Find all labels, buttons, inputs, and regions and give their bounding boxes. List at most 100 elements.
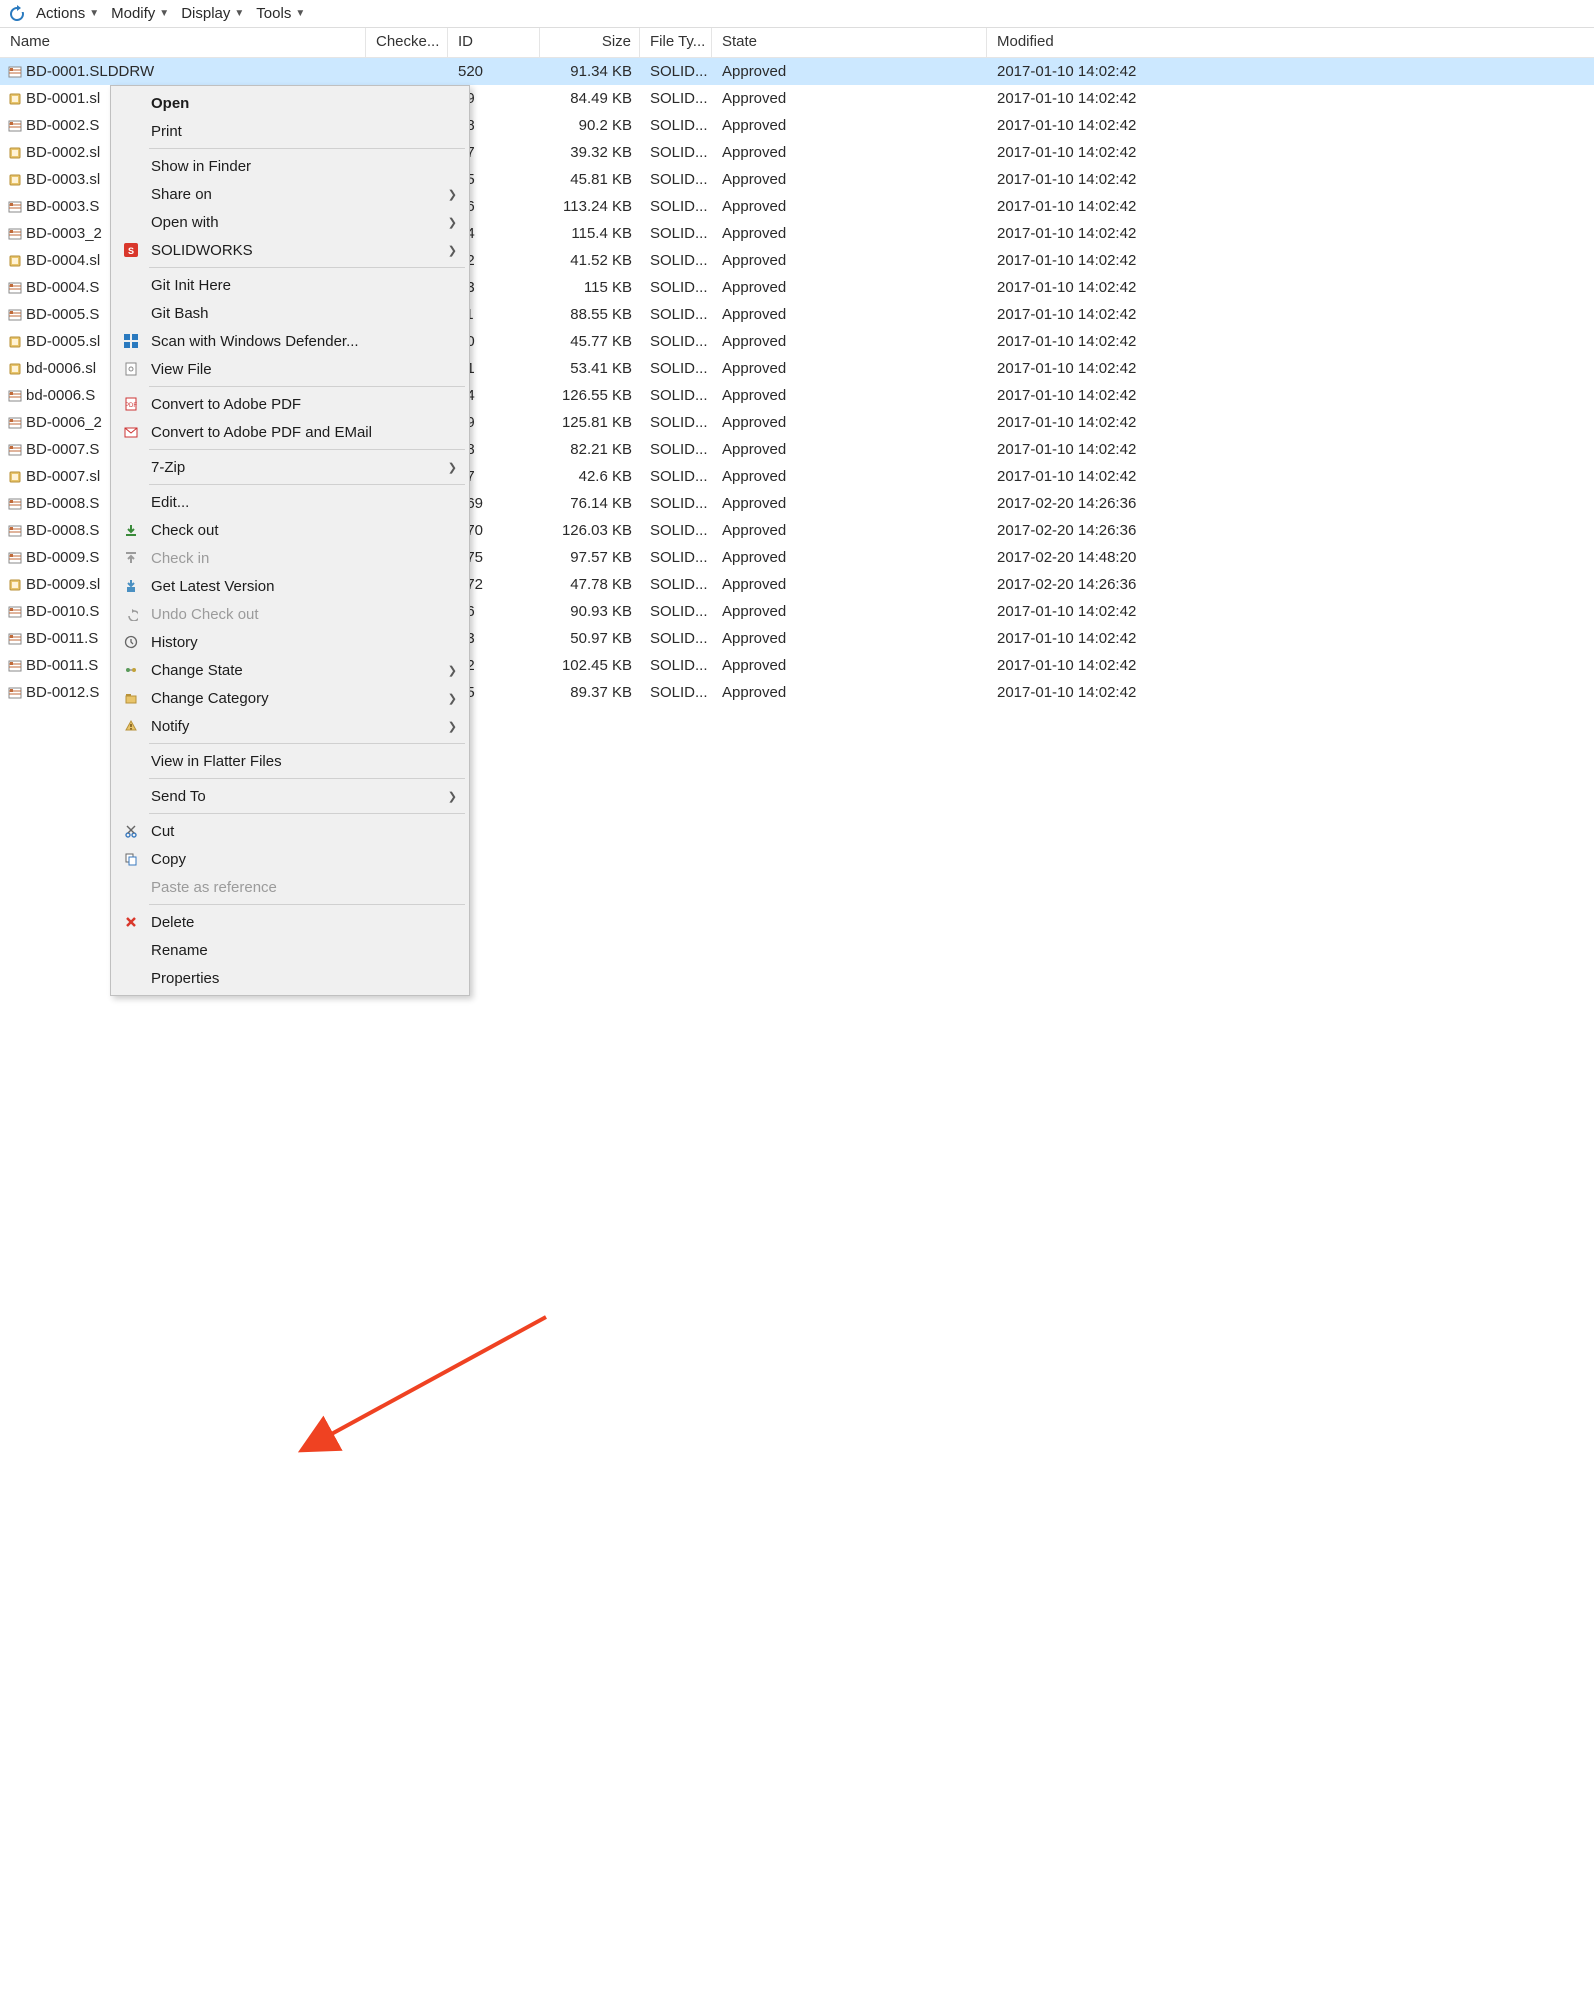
table-row[interactable]: BD-0001.SLDDRW52091.34 KBSOLID...Approve… bbox=[0, 58, 1594, 85]
menu-item-cut[interactable]: Cut bbox=[113, 817, 467, 845]
cell-filetype: SOLID... bbox=[640, 384, 712, 407]
dropdown-caret-icon: ▼ bbox=[159, 8, 169, 19]
file-name: BD-0007.S bbox=[26, 441, 99, 458]
file-name: BD-0008.S bbox=[26, 495, 99, 512]
menu-item-history[interactable]: History bbox=[113, 628, 467, 656]
menu-item-change-category[interactable]: Change Category❯ bbox=[113, 684, 467, 712]
menu-item-copy[interactable]: Copy bbox=[113, 845, 467, 873]
cell-modified: 2017-01-10 14:02:42 bbox=[987, 411, 1299, 434]
part-file-icon bbox=[8, 335, 22, 349]
pdf-mail-icon bbox=[123, 424, 139, 440]
menu-item-convert-to-adobe-pdf-and-email[interactable]: Convert to Adobe PDF and EMail bbox=[113, 418, 467, 446]
menu-item-convert-to-adobe-pdf[interactable]: PDFConvert to Adobe PDF bbox=[113, 390, 467, 418]
menu-separator bbox=[149, 813, 465, 814]
menu-item-open-with[interactable]: Open with❯ bbox=[113, 208, 467, 236]
toolbar-menu-tools[interactable]: Tools▼ bbox=[250, 3, 311, 24]
cell-filetype: SOLID... bbox=[640, 438, 712, 461]
cell-filetype: SOLID... bbox=[640, 573, 712, 596]
header-id[interactable]: ID bbox=[448, 28, 540, 57]
drawing-file-icon bbox=[8, 551, 22, 565]
cell-modified: 2017-01-10 14:02:42 bbox=[987, 627, 1299, 650]
menu-item-print[interactable]: Print bbox=[113, 117, 467, 145]
toolbar-menu-modify[interactable]: Modify▼ bbox=[105, 3, 175, 24]
menu-item-rename[interactable]: Rename bbox=[113, 936, 467, 964]
menu-item-git-init-here[interactable]: Git Init Here bbox=[113, 271, 467, 299]
menu-separator bbox=[149, 778, 465, 779]
menu-item-git-bash[interactable]: Git Bash bbox=[113, 299, 467, 327]
header-size[interactable]: Size bbox=[540, 28, 640, 57]
notify-icon bbox=[123, 718, 139, 734]
menu-item-edit[interactable]: Edit... bbox=[113, 488, 467, 516]
cell-filetype: SOLID... bbox=[640, 87, 712, 110]
cell-filetype: SOLID... bbox=[640, 600, 712, 623]
file-name: BD-0010.S bbox=[26, 603, 99, 620]
cell-size: 90.93 KB bbox=[540, 600, 640, 623]
menu-item-view-in-flatter-files[interactable]: View in Flatter Files bbox=[113, 747, 467, 775]
menu-item-change-state[interactable]: Change State❯ bbox=[113, 656, 467, 684]
menu-separator bbox=[149, 148, 465, 149]
header-checked[interactable]: Checke... bbox=[366, 28, 448, 57]
menu-item-open[interactable]: Open bbox=[113, 89, 467, 117]
cell-size: 82.21 KB bbox=[540, 438, 640, 461]
submenu-arrow-icon: ❯ bbox=[448, 461, 457, 474]
svg-text:S: S bbox=[128, 246, 134, 256]
cell-modified: 2017-01-10 14:02:42 bbox=[987, 357, 1299, 380]
drawing-file-icon bbox=[8, 65, 22, 79]
menu-item-show-in-finder[interactable]: Show in Finder bbox=[113, 152, 467, 180]
menu-item-check-out[interactable]: Check out bbox=[113, 516, 467, 544]
menu-item-label: Share on bbox=[151, 186, 212, 203]
menu-item-label: Git Init Here bbox=[151, 277, 231, 294]
menu-item-label: Convert to Adobe PDF bbox=[151, 396, 301, 413]
menu-item-label: Print bbox=[151, 123, 182, 140]
toolbar-menu-label: Tools bbox=[256, 5, 291, 22]
menu-item-label: View in Flatter Files bbox=[151, 753, 282, 770]
menu-item-properties[interactable]: Properties bbox=[113, 964, 467, 992]
cell-modified: 2017-01-10 14:02:42 bbox=[987, 195, 1299, 218]
file-name: BD-0011.S bbox=[26, 657, 98, 674]
file-name: BD-0002.S bbox=[26, 117, 99, 134]
header-state[interactable]: State bbox=[712, 28, 987, 57]
menu-item-delete[interactable]: Delete bbox=[113, 908, 467, 936]
menu-item-solidworks[interactable]: SSOLIDWORKS❯ bbox=[113, 236, 467, 264]
menu-item-label: Get Latest Version bbox=[151, 578, 274, 595]
cell-filetype: SOLID... bbox=[640, 60, 712, 83]
file-name: BD-0006_2 bbox=[26, 414, 102, 431]
menu-item-view-file[interactable]: View File bbox=[113, 355, 467, 383]
cell-size: 45.81 KB bbox=[540, 168, 640, 191]
cell-state: Approved bbox=[712, 492, 987, 515]
cell-state: Approved bbox=[712, 87, 987, 110]
cell-size: 45.77 KB bbox=[540, 330, 640, 353]
cell-state: Approved bbox=[712, 249, 987, 272]
menu-item-notify[interactable]: Notify❯ bbox=[113, 712, 467, 740]
cell-modified: 2017-01-10 14:02:42 bbox=[987, 222, 1299, 245]
cell-modified: 2017-01-10 14:02:42 bbox=[987, 60, 1299, 83]
menu-item-label: Rename bbox=[151, 942, 208, 959]
menu-item-share-on[interactable]: Share on❯ bbox=[113, 180, 467, 208]
submenu-arrow-icon: ❯ bbox=[448, 244, 457, 257]
cell-filetype: SOLID... bbox=[640, 519, 712, 542]
cell-size: 76.14 KB bbox=[540, 492, 640, 515]
menu-item-scan-with-windows-defender[interactable]: Scan with Windows Defender... bbox=[113, 327, 467, 355]
refresh-icon[interactable] bbox=[6, 3, 28, 25]
cell-state: Approved bbox=[712, 627, 987, 650]
drawing-file-icon bbox=[8, 659, 22, 673]
header-modified[interactable]: Modified bbox=[987, 28, 1299, 57]
defender-icon bbox=[123, 333, 139, 349]
menu-item-label: Delete bbox=[151, 914, 194, 931]
toolbar-menu-actions[interactable]: Actions▼ bbox=[30, 3, 105, 24]
column-headers: Name Checke... ID Size File Ty... State … bbox=[0, 28, 1594, 58]
cell-filetype: SOLID... bbox=[640, 465, 712, 488]
view-file-icon bbox=[123, 361, 139, 377]
header-name[interactable]: Name bbox=[0, 28, 366, 57]
cell-modified: 2017-01-10 14:02:42 bbox=[987, 87, 1299, 110]
cell-state: Approved bbox=[712, 357, 987, 380]
part-file-icon bbox=[8, 254, 22, 268]
menu-item-get-latest-version[interactable]: Get Latest Version bbox=[113, 572, 467, 600]
menu-item-label: Show in Finder bbox=[151, 158, 251, 175]
menu-item-label: Check in bbox=[151, 550, 209, 567]
menu-item-7-zip[interactable]: 7-Zip❯ bbox=[113, 453, 467, 481]
submenu-arrow-icon: ❯ bbox=[448, 720, 457, 733]
header-filetype[interactable]: File Ty... bbox=[640, 28, 712, 57]
menu-item-send-to[interactable]: Send To❯ bbox=[113, 782, 467, 810]
toolbar-menu-display[interactable]: Display▼ bbox=[175, 3, 250, 24]
